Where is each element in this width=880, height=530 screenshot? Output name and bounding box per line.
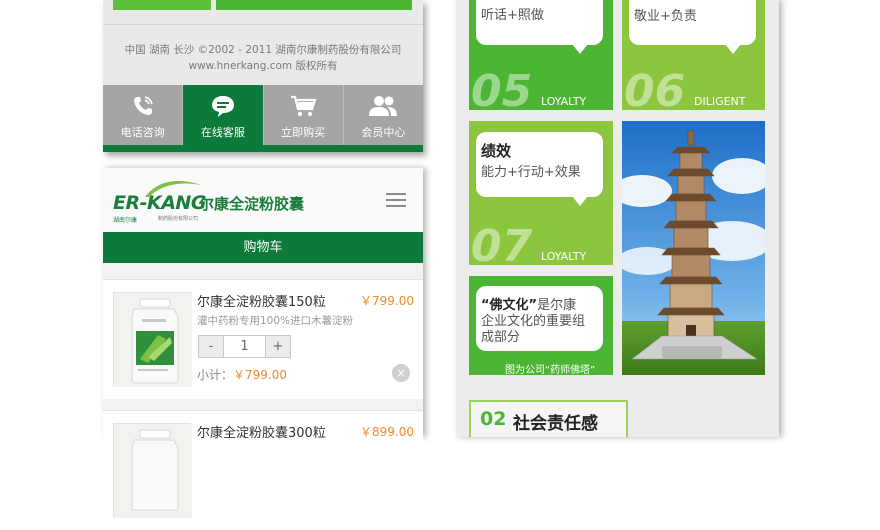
quantity-stepper: - 1 +: [198, 335, 291, 358]
section-title: 社会责任感: [513, 414, 598, 434]
green-banner-right: [216, 0, 412, 10]
copyright-line-2: www.hnerkang.com 版权所有: [188, 60, 338, 72]
members-icon: [369, 96, 398, 116]
tile-text: 能力+行动+效果: [481, 165, 581, 180]
toolbar-label: 在线客服: [200, 126, 245, 139]
cart-page: ER-KANG 尔康全淀粉胶囊 湖南尔康 制药股份有限公司 购物车 尔康全淀粉胶…: [103, 168, 423, 530]
tile-label: LOYALTY: [541, 95, 587, 108]
cart-item: 尔康全淀粉胶囊300粒 ￥899.00: [103, 410, 423, 530]
tile-text: 听话+照做: [481, 8, 544, 23]
chat-icon: [211, 96, 234, 117]
logo-company-name: 制药股份有限公司: [158, 216, 199, 222]
culture-text-line-3: 成部分: [481, 330, 521, 345]
tile-number: 06: [624, 66, 686, 111]
capsule-bottle-icon: [114, 424, 192, 518]
toolbar-phone-consult[interactable]: 电话咨询: [103, 85, 184, 145]
culture-tile-06: 敬业+负责 06 DILIGENT: [622, 0, 765, 110]
section-number: 02: [480, 408, 507, 430]
tile-text: 敬业+负责: [634, 9, 697, 24]
increase-button[interactable]: +: [266, 336, 290, 357]
tile-number: 07: [471, 221, 533, 266]
logo-text-cn: 尔康全淀粉胶囊: [199, 195, 305, 213]
section-heading: 02 社会责任感: [469, 400, 628, 437]
product-image[interactable]: [113, 292, 192, 387]
copyright-line-1: 中国 湖南 长沙 ©2002 - 2011 湖南尔康制药股份有限公司: [124, 44, 402, 56]
bubble-tail: [572, 44, 588, 54]
tile-label: LOYALTY: [541, 250, 587, 263]
bubble-tail: [572, 196, 588, 206]
copyright-text: 中国 湖南 长沙 ©2002 - 2011 湖南尔康制药股份有限公司 www.h…: [103, 42, 423, 74]
product-image[interactable]: [113, 423, 192, 518]
pagoda-image: [622, 121, 765, 375]
tile-title: 绩效: [481, 142, 512, 160]
photo-caption: 图为公司“药师佛塔”: [505, 365, 596, 375]
toolbar-label: 立即购买: [281, 126, 326, 139]
remove-item-icon[interactable]: ×: [392, 364, 410, 382]
footer-accent-bar: [103, 145, 423, 152]
tile-number: 05: [471, 66, 533, 111]
product-description: 灌中药粉专用100%进口木薯淀粉: [197, 315, 354, 327]
buddha-culture-tile: “佛文化”是尔康 企业文化的重要组 成部分 图为公司“药师佛塔”: [469, 276, 613, 375]
menu-icon[interactable]: [386, 193, 406, 207]
product-price: ￥899.00: [360, 425, 414, 439]
toolbar-buy-now[interactable]: 立即购买: [264, 85, 344, 145]
cart-item: 尔康全淀粉胶囊150粒 ￥799.00 灌中药粉专用100%进口木薯淀粉 - 1…: [103, 279, 423, 399]
logo-subtext: 湖南尔康: [113, 217, 138, 224]
subtotal-value: ￥799.00: [233, 368, 288, 382]
culture-tile-05: 听话+照做 05 LOYALTY: [469, 0, 613, 110]
bubble-tail: [725, 44, 741, 54]
quantity-field[interactable]: 1: [223, 336, 266, 357]
divider: [103, 24, 423, 25]
product-name[interactable]: 尔康全淀粉胶囊300粒: [197, 422, 326, 441]
capsule-bottle-icon: [114, 293, 192, 387]
toolbar-member-center[interactable]: 会员中心: [344, 85, 423, 145]
toolbar-label: 会员中心: [361, 126, 406, 139]
phone-icon: [133, 96, 153, 115]
tile-label: DILIGENT: [694, 95, 746, 108]
cart-title-bar: 购物车: [103, 232, 423, 263]
product-name[interactable]: 尔康全淀粉胶囊150粒: [197, 291, 326, 310]
footer-panel: 中国 湖南 长沙 ©2002 - 2011 湖南尔康制药股份有限公司 www.h…: [103, 0, 423, 152]
logo-text-en[interactable]: ER-KANG: [113, 192, 206, 214]
pagoda-photo[interactable]: [622, 121, 765, 375]
cart-icon: [291, 95, 317, 117]
site-header: ER-KANG 尔康全淀粉胶囊 湖南尔康 制药股份有限公司: [103, 168, 423, 232]
green-banner-left: [113, 0, 211, 10]
subtotal: 小计：￥799.00: [197, 366, 287, 383]
toolbar-online-service[interactable]: 在线客服: [183, 85, 264, 145]
culture-panel: 听话+照做 05 LOYALTY 敬业+负责 06 DILIGENT 绩效 能力…: [456, 0, 779, 437]
toolbar-label: 电话咨询: [120, 126, 165, 139]
bottom-toolbar: 电话咨询 在线客服 立即购买 会员中心: [103, 85, 423, 145]
culture-tile-07: 绩效 能力+行动+效果 07 LOYALTY: [469, 121, 613, 265]
subtotal-label: 小计：: [197, 368, 234, 382]
decrease-button[interactable]: -: [199, 336, 223, 357]
product-price: ￥799.00: [360, 294, 414, 308]
